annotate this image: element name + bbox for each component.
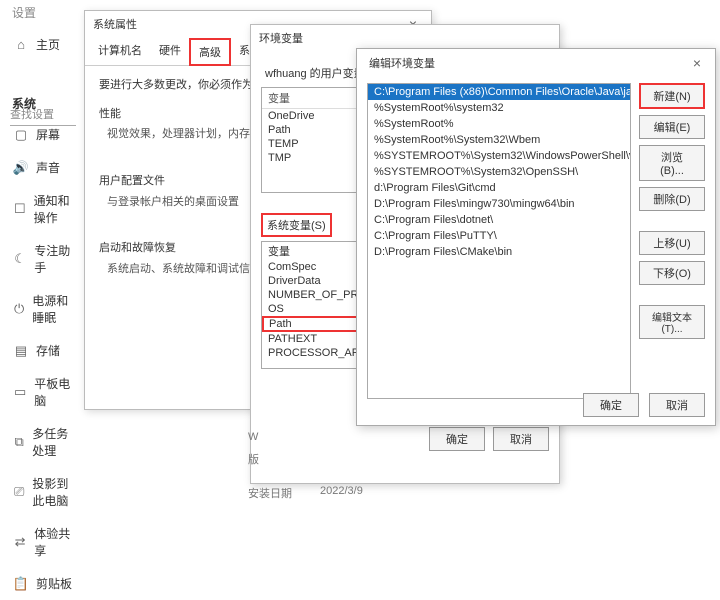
date-label: 安装日期 <box>248 485 292 501</box>
sidebar-label: 屏幕 <box>36 126 60 143</box>
close-icon[interactable]: × <box>687 55 707 71</box>
ver-label: 版 <box>248 451 259 467</box>
sidebar-label: 剪贴板 <box>36 575 72 592</box>
ok-button[interactable]: 确定 <box>583 393 639 417</box>
path-item-selected[interactable]: C:\Program Files (x86)\Common Files\Orac… <box>368 84 630 100</box>
path-item[interactable]: D:\Program Files\CMake\bin <box>368 244 630 260</box>
down-button[interactable]: 下移(O) <box>639 261 705 285</box>
settings-title: 设置 <box>12 4 36 21</box>
sidebar-item-tablet[interactable]: ▭ 平板电脑 <box>0 367 84 417</box>
path-list[interactable]: C:\Program Files (x86)\Common Files\Orac… <box>367 83 631 399</box>
path-item[interactable]: %SYSTEMROOT%\System32\OpenSSH\ <box>368 164 630 180</box>
delete-button[interactable]: 删除(D) <box>639 187 705 211</box>
path-item[interactable]: C:\Program Files\PuTTY\ <box>368 228 630 244</box>
path-item[interactable]: %SystemRoot% <box>368 116 630 132</box>
sidebar-label: 存储 <box>36 342 60 359</box>
new-button[interactable]: 新建(N) <box>639 83 705 109</box>
share-icon: ⇄ <box>14 535 26 549</box>
path-item[interactable]: %SystemRoot%\System32\Wbem <box>368 132 630 148</box>
power-icon: ⏻ <box>14 302 24 316</box>
sidebar-label: 主页 <box>36 36 60 53</box>
storage-icon: ▤ <box>14 344 28 358</box>
dialog-titlebar: 编辑环境变量 × <box>357 49 715 77</box>
edit-path-dialog: 编辑环境变量 × C:\Program Files (x86)\Common F… <box>356 48 716 426</box>
bell-icon: ☐ <box>14 202 26 216</box>
home-icon: ⌂ <box>14 38 28 52</box>
sidebar-label: 声音 <box>36 159 60 176</box>
sidebar-item-power[interactable]: ⏻ 电源和睡眠 <box>0 284 84 334</box>
tab-computer-name[interactable]: 计算机名 <box>89 37 151 65</box>
search-input[interactable]: 查找设置 <box>10 104 76 126</box>
sidebar-label: 电源和睡眠 <box>32 292 76 326</box>
moon-icon: ☾ <box>14 252 26 266</box>
dialog-title: 编辑环境变量 <box>369 55 435 71</box>
dialog-title: 系统属性 <box>93 16 137 32</box>
sidebar-item-clipboard[interactable]: 📋 剪贴板 <box>0 567 84 600</box>
path-item[interactable]: %SYSTEMROOT%\System32\WindowsPowerShell\… <box>368 148 630 164</box>
settings-sidebar: ⌂主页 查找设置 系统 ▢屏幕 🔊声音 ☐通知和操作 ☾专注助手 ⏻电源和睡眠 … <box>0 28 84 600</box>
sidebar-label: 体验共享 <box>34 525 76 559</box>
sound-icon: 🔊 <box>14 161 28 175</box>
sidebar-home[interactable]: ⌂ 主页 <box>0 28 84 61</box>
tablet-icon: ▭ <box>14 385 26 399</box>
path-item[interactable]: C:\Program Files\dotnet\ <box>368 212 630 228</box>
path-item[interactable]: D:\Program Files\mingw730\mingw64\bin <box>368 196 630 212</box>
cancel-button[interactable]: 取消 <box>649 393 705 417</box>
sidebar-label: 专注助手 <box>34 242 76 276</box>
sidebar-label: 通知和操作 <box>34 192 76 226</box>
tab-hardware[interactable]: 硬件 <box>150 37 190 65</box>
sidebar-item-notifications[interactable]: ☐ 通知和操作 <box>0 184 84 234</box>
browse-button[interactable]: 浏览(B)... <box>639 145 705 181</box>
cancel-button[interactable]: 取消 <box>493 427 549 451</box>
sidebar-label: 平板电脑 <box>34 375 76 409</box>
date-value: 2022/3/9 <box>320 485 363 501</box>
date-row: 安装日期 2022/3/9 <box>248 485 363 501</box>
sidebar-label: 多任务处理 <box>32 425 76 459</box>
sidebar-label: 投影到此电脑 <box>32 475 76 509</box>
sidebar-item-share[interactable]: ⇄ 体验共享 <box>0 517 84 567</box>
dialog-title: 环境变量 <box>259 30 303 46</box>
path-buttons: 新建(N) 编辑(E) 浏览(B)... 删除(D) 上移(U) 下移(O) 编… <box>639 83 705 399</box>
project-icon: ⎚ <box>14 485 24 499</box>
path-item[interactable]: d:\Program Files\Git\cmd <box>368 180 630 196</box>
display-icon: ▢ <box>14 128 28 142</box>
up-button[interactable]: 上移(U) <box>639 231 705 255</box>
sidebar-item-storage[interactable]: ▤ 存储 <box>0 334 84 367</box>
edit-text-button[interactable]: 编辑文本(T)... <box>639 305 705 339</box>
sidebar-item-focus[interactable]: ☾ 专注助手 <box>0 234 84 284</box>
ok-button[interactable]: 确定 <box>429 427 485 451</box>
edit-button[interactable]: 编辑(E) <box>639 115 705 139</box>
path-item[interactable]: %SystemRoot%\system32 <box>368 100 630 116</box>
clipboard-icon: 📋 <box>14 577 28 591</box>
w-label: W <box>248 431 258 443</box>
sidebar-item-multitask[interactable]: ⧉ 多任务处理 <box>0 417 84 467</box>
sys-vars-label: 系统变量(S) <box>261 213 332 237</box>
sidebar-item-sound[interactable]: 🔊 声音 <box>0 151 84 184</box>
sidebar-item-project[interactable]: ⎚ 投影到此电脑 <box>0 467 84 517</box>
multitask-icon: ⧉ <box>14 435 24 449</box>
tab-advanced[interactable]: 高级 <box>189 38 231 66</box>
